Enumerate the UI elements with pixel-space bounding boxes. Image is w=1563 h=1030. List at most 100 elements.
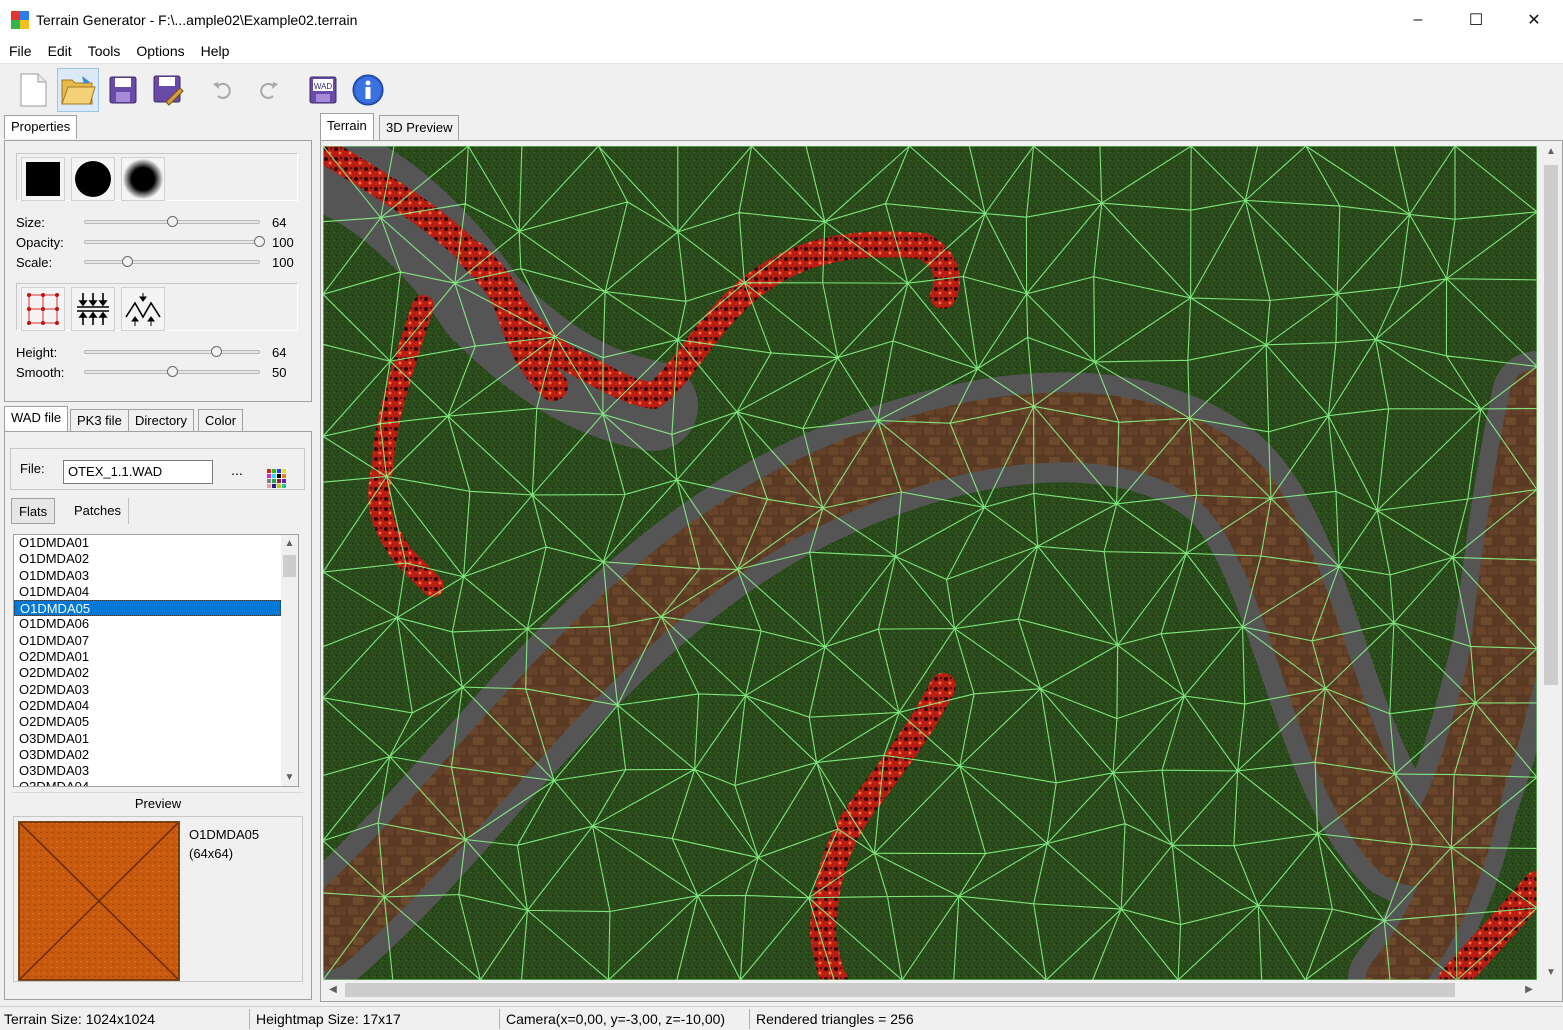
height-slider-thumb[interactable] [210,346,222,357]
horizontal-scrollbar[interactable]: ◀ ▶ [323,980,1539,1000]
list-item[interactable]: O2DMDA01 [14,649,281,665]
tab-wad-file[interactable]: WAD file [4,406,69,432]
list-item[interactable]: O3DMDA03 [14,763,281,779]
redo-button[interactable] [247,68,289,112]
tab-properties[interactable]: Properties [4,115,78,139]
open-folder-icon [61,76,96,105]
menu-options[interactable]: Options [128,43,192,59]
info-button[interactable] [347,68,389,112]
menu-bar: File Edit Tools Options Help [0,39,1563,64]
status-triangles: Rendered triangles = 256 [756,1011,914,1027]
subtab-flats[interactable]: Flats [11,498,56,524]
list-item[interactable]: O1DMDA06 [14,616,281,632]
size-slider[interactable] [84,216,260,227]
menu-tools[interactable]: Tools [80,43,129,59]
scroll-down-arrow[interactable]: ▼ [1541,964,1561,981]
circle-brush-button[interactable] [71,157,115,201]
smooth-icon [125,293,161,326]
horizontal-scroll-thumb[interactable] [345,983,1455,997]
vertical-scrollbar[interactable]: ▲ ▼ [1541,143,1561,981]
circle-brush-icon [75,161,111,197]
tab-pk3-file[interactable]: PK3 file [70,409,129,433]
subtab-patches[interactable]: Patches [67,498,129,524]
smooth-slider-thumb[interactable] [167,366,178,377]
size-value: 64 [272,214,287,230]
save-wad-button[interactable]: WAD [302,68,344,112]
list-scrollbar[interactable]: ▲ ▼ [281,535,298,786]
list-item[interactable]: O3DMDA04 [14,779,281,786]
menu-edit[interactable]: Edit [40,43,80,59]
opacity-slider-row: Opacity: 100 [16,233,306,251]
tab-terrain[interactable]: Terrain [320,113,374,140]
soft-circle-brush-icon [123,159,163,199]
palette-icon[interactable] [267,469,287,489]
list-item[interactable]: O3DMDA02 [14,747,281,763]
toolbar: WAD [0,65,1563,115]
save-as-icon [153,75,184,106]
tab-color[interactable]: Color [198,409,244,433]
scroll-up-arrow[interactable]: ▲ [281,535,298,552]
tab-directory[interactable]: Directory [128,409,195,433]
undo-button[interactable] [202,68,244,112]
minimize-button[interactable]: – [1389,0,1447,39]
list-item[interactable]: O1DMDA04 [14,584,281,600]
grid-points-mode-button[interactable] [21,287,65,331]
grid-points-icon [27,293,59,325]
list-item[interactable]: O2DMDA04 [14,698,281,714]
soft-circle-brush-button[interactable] [121,157,165,201]
scale-value: 100 [272,254,294,270]
list-item[interactable]: O1DMDA03 [14,568,281,584]
scale-slider-thumb[interactable] [121,256,133,267]
height-label: Height: [16,344,58,360]
brush-shape-group [16,153,298,201]
square-brush-button[interactable] [21,157,65,201]
scale-label: Scale: [16,254,53,270]
list-item[interactable]: O2DMDA05 [14,714,281,730]
list-item[interactable]: O1DMDA02 [14,551,281,567]
status-bar: Terrain Size: 1024x1024 Heightmap Size: … [0,1006,1563,1030]
terrain-viewport[interactable]: ▲ ▼ ◀ ▶ [320,140,1563,1002]
list-item[interactable]: O1DMDA01 [14,535,281,551]
list-item[interactable]: O2DMDA03 [14,682,281,698]
browse-button[interactable]: ... [227,462,247,482]
maximize-button[interactable]: ☐ [1447,0,1505,39]
wad-file-field[interactable]: OTEX_1.1.WAD [63,460,213,484]
scale-slider[interactable] [84,256,260,267]
new-file-button[interactable] [12,68,54,112]
size-slider-thumb[interactable] [167,216,178,227]
file-group: File: OTEX_1.1.WAD ... [10,448,305,490]
list-item[interactable]: O3DMDA01 [14,731,281,747]
list-item[interactable]: O1DMDA07 [14,633,281,649]
smooth-slider-row: Smooth: 50 [16,363,306,381]
tab-3d-preview[interactable]: 3D Preview [379,115,460,140]
smooth-mode-button[interactable] [121,287,165,331]
scroll-up-arrow[interactable]: ▲ [1541,143,1561,160]
scale-slider-row: Scale: 100 [16,253,306,271]
smooth-label: Smooth: [16,364,65,380]
file-label: File: [20,461,45,476]
opacity-slider[interactable] [84,236,265,247]
height-slider[interactable] [84,346,260,357]
scroll-down-arrow[interactable]: ▼ [281,769,298,786]
save-as-button[interactable] [147,68,189,112]
properties-panel: Size: 64 Opacity: 100 Scale: 100 Height:… [4,140,312,402]
menu-file[interactable]: File [0,43,40,59]
scroll-left-arrow[interactable]: ◀ [323,980,343,1000]
wad-label: WAD [314,82,333,91]
raise-lower-mode-button[interactable] [71,287,115,331]
list-item[interactable]: O2DMDA02 [14,665,281,681]
list-scroll-thumb[interactable] [283,555,296,577]
list-item[interactable]: O1DMDA05 [14,600,281,617]
open-button[interactable] [57,68,99,112]
save-button[interactable] [102,68,144,112]
opacity-slider-thumb[interactable] [254,236,265,247]
smooth-slider[interactable] [84,366,260,377]
edit-mode-group [16,283,298,331]
scroll-right-arrow[interactable]: ▶ [1519,980,1539,1000]
menu-help[interactable]: Help [193,43,238,59]
vertical-scroll-thumb[interactable] [1544,165,1558,685]
close-button[interactable]: ✕ [1505,0,1563,39]
texture-list[interactable]: O1DMDA01 O1DMDA02 O1DMDA03 O1DMDA04 O1DMDA05… [13,534,299,787]
opacity-label: Opacity: [16,234,64,250]
terrain-canvas[interactable] [323,146,1537,980]
